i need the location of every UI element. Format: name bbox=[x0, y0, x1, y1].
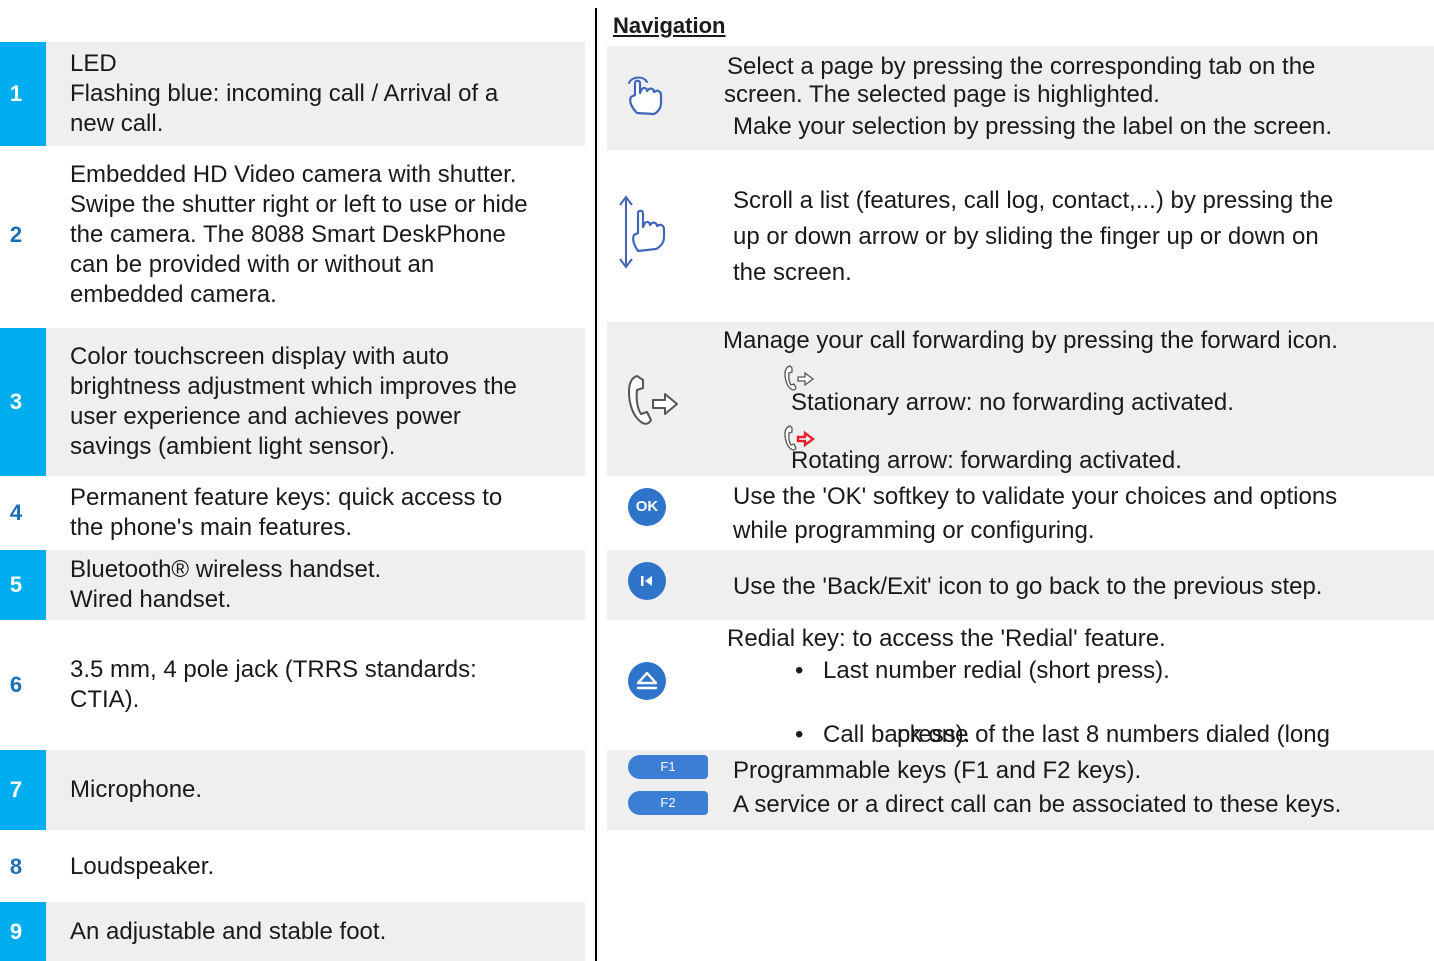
nav-forward-intro: Manage your call forwarding by pressing … bbox=[723, 327, 1338, 354]
ok-softkey-icon: OK bbox=[626, 486, 668, 528]
desc-line: CTIA). bbox=[70, 686, 140, 713]
desc-line: Swipe the shutter right or left to use o… bbox=[70, 191, 528, 218]
feature-row-5: 5 Bluetooth® wireless handset. Wired han… bbox=[0, 550, 585, 620]
desc-line: LED bbox=[70, 50, 117, 77]
nav-fkeys-line1: Programmable keys (F1 and F2 keys). bbox=[733, 757, 1142, 784]
feature-number: 2 bbox=[9, 222, 23, 247]
nav-forward-rotating: Rotating arrow: forwarding activated. bbox=[791, 447, 1182, 474]
nav-redial-bullet1: Last number redial (short press). bbox=[729, 656, 1434, 686]
nav-row-fkeys: F1 F2 Programmable keys (F1 and F2 keys)… bbox=[607, 750, 1434, 830]
call-forward-icon bbox=[621, 368, 685, 432]
desc-line: user experience and achieves power bbox=[70, 403, 461, 430]
desc-line: Wired handset. bbox=[70, 586, 232, 613]
feature-number: 4 bbox=[9, 500, 23, 525]
nav-row-forward: Manage your call forwarding by pressing … bbox=[607, 322, 1434, 476]
feature-description: Color touchscreen display with auto brig… bbox=[70, 342, 585, 462]
feature-description: An adjustable and stable foot. bbox=[70, 917, 585, 947]
nav-select-line2: screen. The selected page is highlighted… bbox=[724, 81, 1160, 108]
feature-row-2: 2 Embedded HD Video camera with shutter.… bbox=[0, 148, 585, 322]
f2-key-label: F2 bbox=[628, 791, 708, 815]
feature-row-4: 4 Permanent feature keys: quick access t… bbox=[0, 478, 585, 548]
row-accent-strip bbox=[0, 42, 46, 146]
feature-number: 9 bbox=[9, 918, 23, 944]
feature-number: 6 bbox=[9, 672, 23, 697]
nav-redial-bullet2-cont: press). bbox=[897, 721, 971, 748]
desc-line: Embedded HD Video camera with shutter. bbox=[70, 161, 517, 188]
nav-row-select: Select a page by pressing the correspond… bbox=[607, 46, 1434, 150]
tap-hand-icon bbox=[619, 70, 669, 120]
nav-scroll-line2: up or down arrow or by sliding the finge… bbox=[733, 223, 1319, 250]
desc-line: Permanent feature keys: quick access to bbox=[70, 484, 503, 511]
column-divider bbox=[595, 8, 597, 961]
navigation-heading: Navigation bbox=[613, 13, 726, 38]
nav-scroll-line1: Scroll a list (features, call log, conta… bbox=[733, 187, 1334, 214]
desc-line: embedded camera. bbox=[70, 281, 277, 308]
feature-number: 5 bbox=[9, 572, 23, 597]
desc-line: Loudspeaker. bbox=[70, 853, 215, 880]
nav-row-scroll: Scroll a list (features, call log, conta… bbox=[607, 152, 1434, 322]
desc-line: Color touchscreen display with auto bbox=[70, 343, 449, 370]
nav-ok-line1: Use the 'OK' softkey to validate your ch… bbox=[733, 483, 1338, 510]
nav-scroll-line3: the screen. bbox=[733, 259, 852, 286]
feature-description: Permanent feature keys: quick access to … bbox=[70, 483, 585, 543]
nav-forward-stationary: Stationary arrow: no forwarding activate… bbox=[791, 389, 1234, 416]
desc-line: An adjustable and stable foot. bbox=[70, 917, 387, 945]
ok-label: OK bbox=[628, 488, 666, 526]
desc-line: the phone's main features. bbox=[70, 514, 353, 541]
desc-line: brightness adjustment which improves the bbox=[70, 373, 517, 400]
row-accent-strip bbox=[0, 750, 46, 830]
redial-glyph bbox=[628, 662, 666, 700]
row-accent-strip bbox=[0, 550, 46, 620]
feature-row-9: 9 An adjustable and stable foot. bbox=[0, 902, 585, 961]
scroll-hand-icon bbox=[613, 192, 671, 272]
feature-number: 7 bbox=[9, 777, 23, 802]
desc-line: Flashing blue: incoming call / Arrival o… bbox=[70, 80, 499, 107]
nav-select-line1: Select a page by pressing the correspond… bbox=[727, 53, 1316, 80]
nav-back-text: Use the 'Back/Exit' icon to go back to t… bbox=[733, 573, 1323, 600]
feature-row-8: 8 Loudspeaker. bbox=[0, 836, 585, 898]
nav-redial-bullet2: Call back one of the last 8 numbers dial… bbox=[729, 720, 1434, 750]
row-accent-strip bbox=[0, 328, 46, 476]
feature-row-3: 3 Color touchscreen display with auto br… bbox=[0, 328, 585, 476]
nav-redial-intro: Redial key: to access the 'Redial' featu… bbox=[727, 625, 1166, 652]
feature-number: 3 bbox=[9, 389, 23, 414]
feature-description: Embedded HD Video camera with shutter. S… bbox=[70, 160, 585, 310]
feature-row-7: 7 Microphone. bbox=[0, 750, 585, 830]
nav-ok-line2: while programming or configuring. bbox=[733, 517, 1095, 544]
feature-description: LED Flashing blue: incoming call / Arriv… bbox=[70, 49, 585, 139]
feature-row-6: 6 3.5 mm, 4 pole jack (TRRS standards: C… bbox=[0, 622, 585, 748]
feature-description: Microphone. bbox=[70, 775, 585, 805]
row-accent-strip bbox=[0, 902, 46, 961]
f1-key-label: F1 bbox=[628, 755, 708, 779]
desc-line: Bluetooth® wireless handset. bbox=[70, 556, 382, 583]
nav-fkeys-line2: A service or a direct call can be associ… bbox=[733, 791, 1342, 818]
feature-number: 8 bbox=[9, 854, 23, 879]
nav-row-back: Use the 'Back/Exit' icon to go back to t… bbox=[607, 550, 1434, 620]
feature-row-1: 1 LED Flashing blue: incoming call / Arr… bbox=[0, 42, 585, 146]
feature-description: 3.5 mm, 4 pole jack (TRRS standards: CTI… bbox=[70, 655, 585, 715]
back-exit-icon bbox=[626, 560, 668, 602]
feature-description: Loudspeaker. bbox=[70, 852, 585, 882]
feature-description: Bluetooth® wireless handset. Wired hands… bbox=[70, 555, 585, 615]
back-exit-glyph bbox=[628, 562, 666, 600]
nav-row-ok: OK Use the 'OK' softkey to validate your… bbox=[607, 478, 1434, 548]
desc-line: new call. bbox=[70, 110, 164, 137]
nav-row-redial: Redial key: to access the 'Redial' featu… bbox=[607, 622, 1434, 750]
feature-number: 1 bbox=[9, 81, 23, 106]
desc-line: can be provided with or without an bbox=[70, 251, 435, 278]
desc-line: the camera. The 8088 Smart DeskPhone bbox=[70, 221, 506, 248]
f1-key-icon: F1 bbox=[627, 754, 709, 780]
f2-key-icon: F2 bbox=[627, 790, 709, 816]
desc-line: savings (ambient light sensor). bbox=[70, 433, 396, 460]
desc-line: Microphone. bbox=[70, 776, 203, 803]
nav-select-line3: Make your selection by pressing the labe… bbox=[733, 113, 1333, 140]
desc-line: 3.5 mm, 4 pole jack (TRRS standards: bbox=[70, 656, 477, 683]
redial-icon bbox=[626, 660, 668, 702]
